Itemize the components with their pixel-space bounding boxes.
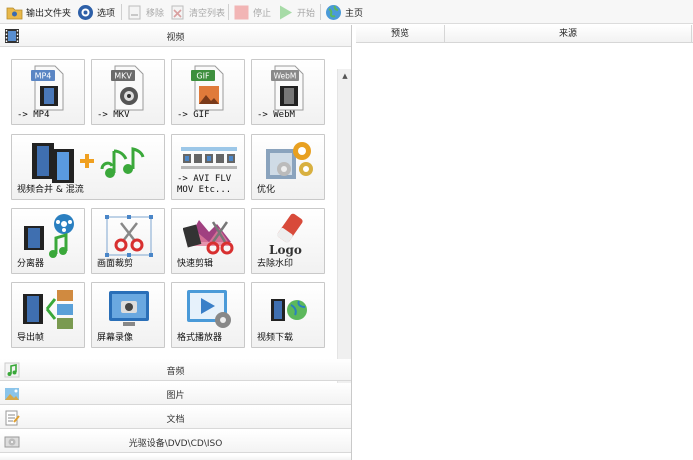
tile-to-gif[interactable]: GIF -> GIF [171,59,245,125]
tile-video-download[interactable]: 视频下载 [251,282,325,348]
tile-remove-watermark-label: 去除水印 [257,259,294,269]
tile-format-player[interactable]: 格式播放器 [171,282,245,348]
output-folder-label: 输出文件夹 [26,8,72,19]
tile-to-mp4-label: -> MP4 [17,110,50,120]
start-label: 开始 [297,8,316,19]
gif-badge: GIF [196,72,210,81]
tile-to-avi-flv-mov-label: -> AVI FLV MOV Etc... [177,174,232,195]
mp4-file-icon: MP4 [31,65,64,111]
tile-to-avi-flv-mov[interactable]: -> AVI FLV MOV Etc... [171,134,245,200]
options-label: 选项 [97,8,116,19]
category-next-partial [0,455,351,460]
watermark-logo-text: Logo [269,243,302,257]
eraser-icon: Logo [269,213,303,257]
merge-icon [32,143,145,183]
toolbar-separator [320,4,321,20]
tile-quick-cut[interactable]: 快速剪辑 [171,208,245,274]
tile-video-merge[interactable]: 视频合并 & 混流 [11,134,165,200]
webm-badge: WebM [274,72,297,81]
category-disc-label: 光驱设备\DVD\CD\ISO [128,439,223,449]
category-document-label: 文档 [166,415,185,425]
category-image-label: 图片 [166,391,185,401]
output-folder-button[interactable]: 输出文件夹 [6,2,71,22]
remove-icon [126,4,143,21]
scroll-up-arrow-icon[interactable]: ▲ [340,71,350,81]
splitter-icon [24,214,74,258]
start-button[interactable]: 开始 [277,2,315,22]
quick-cut-icon [183,220,234,255]
grid-scrollbar[interactable]: ▲ ▼ [337,69,351,404]
mp4-badge: MP4 [35,72,52,81]
crop-scissors-icon [105,215,153,257]
stop-label: 停止 [253,8,272,19]
tile-to-mkv-label: -> MKV [97,110,130,120]
player-icon [187,290,231,328]
stop-button[interactable]: 停止 [233,2,271,22]
globe-home-icon [325,4,342,21]
tile-optimize-label: 优化 [257,185,276,195]
clear-list-button[interactable]: 清空列表 [169,2,225,22]
video-download-icon [271,299,307,321]
category-audio-label: 音频 [166,367,185,377]
category-video-label: 视频 [166,33,185,43]
gif-file-icon: GIF [191,65,224,111]
tile-video-merge-label: 视频合并 & 混流 [17,185,84,195]
video-function-grid: MP4 -> MP4 MKV -> MKV GIF -> GIF WebM ->… [0,47,351,404]
task-list-panel: 预览 来源 [356,25,693,460]
clear-list-label: 清空列表 [189,8,226,19]
webm-file-icon: WebM [271,65,304,111]
task-list-body[interactable] [356,44,693,460]
toolbar: 输出文件夹 选项 移除 清空列表 停止 开始 主页 [0,0,693,24]
tile-to-gif-label: -> GIF [177,110,210,120]
tile-video-download-label: 视频下载 [257,333,294,343]
tile-splitter-label: 分离器 [17,259,45,269]
screen-record-icon [109,291,149,326]
options-button[interactable]: 选项 [77,2,115,22]
remove-label: 移除 [146,8,165,19]
category-audio[interactable]: 音频 [0,359,351,381]
optimize-gears-icon [266,142,313,179]
toolbar-separator [228,4,229,20]
category-video[interactable]: 视频 [0,25,351,47]
tile-screen-record[interactable]: 屏幕录像 [91,282,165,348]
column-preview[interactable]: 预览 [356,25,445,43]
tile-remove-watermark[interactable]: Logo 去除水印 [251,208,325,274]
mkv-badge: MKV [114,72,132,81]
tile-to-mp4[interactable]: MP4 -> MP4 [11,59,85,125]
home-label: 主页 [345,8,364,19]
tile-export-frames[interactable]: 导出帧 [11,282,85,348]
stop-icon [233,4,250,21]
multi-format-icon [181,147,237,169]
home-button[interactable]: 主页 [325,2,363,22]
clear-list-icon [169,4,186,21]
tile-to-mkv[interactable]: MKV -> MKV [91,59,165,125]
export-frames-icon [23,290,73,329]
play-icon [277,4,294,21]
tile-to-webm[interactable]: WebM -> WebM [251,59,325,125]
options-gear-icon [77,4,94,21]
tile-export-frames-label: 导出帧 [17,333,45,343]
tile-quick-cut-label: 快速剪辑 [177,259,214,269]
tile-optimize[interactable]: 优化 [251,134,325,200]
tile-splitter[interactable]: 分离器 [11,208,85,274]
category-image[interactable]: 图片 [0,383,351,405]
function-panel: 视频 MP4 -> MP4 MKV -> MKV GIF -> GIF WebM… [0,25,352,460]
folder-icon [6,4,23,21]
task-list-header: 预览 来源 [356,25,693,43]
toolbar-separator [121,4,122,20]
remove-button[interactable]: 移除 [126,2,164,22]
tile-crop-label: 画面裁剪 [97,259,134,269]
tile-crop[interactable]: 画面裁剪 [91,208,165,274]
category-disc[interactable]: 光驱设备\DVD\CD\ISO [0,431,351,453]
mkv-file-icon: MKV [111,65,144,111]
column-source[interactable]: 来源 [445,25,692,43]
tile-to-webm-label: -> WebM [257,110,295,120]
tile-screen-record-label: 屏幕录像 [97,333,134,343]
category-document[interactable]: 文档 [0,407,351,429]
tile-format-player-label: 格式播放器 [177,333,223,343]
